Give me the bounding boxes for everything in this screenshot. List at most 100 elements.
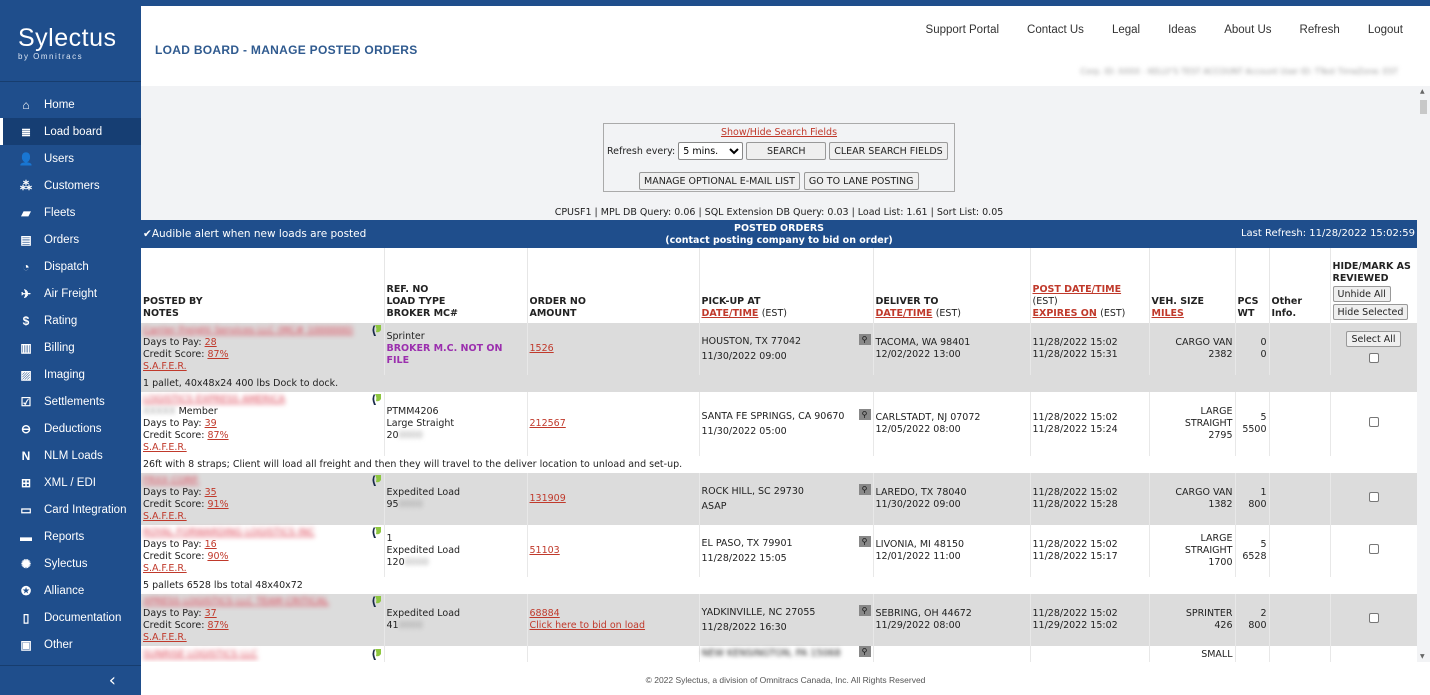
vertical-scrollbar[interactable]: ▲ ▼ <box>1417 86 1430 662</box>
legal-link[interactable]: Legal <box>1112 24 1140 36</box>
credit-score-link[interactable]: 87% <box>207 620 228 631</box>
hide-order-checkbox[interactable] <box>1368 613 1379 623</box>
order-no-link[interactable]: 212567 <box>530 418 697 430</box>
days-to-pay-link[interactable]: 28 <box>205 337 217 348</box>
sort-post-datetime[interactable]: POST DATE/TIME <box>1033 284 1147 296</box>
safer-link[interactable]: S.A.F.E.R. <box>143 632 382 644</box>
sidebar-item-home[interactable]: ⌂ Home <box>0 91 141 118</box>
search-button[interactable]: SEARCH <box>746 142 827 160</box>
lane-posting-button[interactable]: GO TO LANE POSTING <box>803 172 919 190</box>
sidebar-item-users[interactable]: 👤 Users <box>0 145 141 172</box>
sidebar-item-xml-edi[interactable]: ⊞ XML / EDI <box>0 469 141 496</box>
pickup-cell: ⚲ ROCK HILL, SC 29730 ASAP <box>699 473 874 525</box>
hide-selected-button[interactable]: Hide Selected <box>1332 304 1409 320</box>
scroll-down-icon[interactable]: ▼ <box>1420 653 1425 660</box>
sidebar-item-customers[interactable]: ⁂ Customers <box>0 172 141 199</box>
other-info-cell <box>1269 594 1331 646</box>
sidebar-item-orders[interactable]: ▤ Orders <box>0 226 141 253</box>
sidebar-item-nlm-loads[interactable]: N NLM Loads <box>0 442 141 469</box>
pcs-wt-cell <box>1235 646 1270 662</box>
binoculars-icon[interactable]: ⚲ <box>858 333 871 345</box>
company-link[interactable]: XPRESS LOGISTICS LLC TEAM CRITICAL <box>143 596 382 608</box>
binoculars-icon[interactable]: ⚲ <box>858 408 871 420</box>
deliver-datetime: 12/05/2022 08:00 <box>875 424 961 435</box>
unhide-all-button[interactable]: Unhide All <box>1332 286 1391 302</box>
scroll-up-icon[interactable]: ▲ <box>1420 88 1425 95</box>
contact-us-link[interactable]: Contact Us <box>1027 24 1084 36</box>
days-to-pay-link[interactable]: 16 <box>205 539 217 550</box>
sort-miles[interactable]: MILES <box>1152 308 1233 320</box>
days-to-pay-label: Days to Pay: <box>143 337 202 348</box>
sidebar-item-billing[interactable]: ▥ Billing <box>0 334 141 361</box>
credit-score-link[interactable]: 91% <box>207 499 228 510</box>
safer-link[interactable]: S.A.F.E.R. <box>143 511 382 523</box>
sidebar-item-load-board[interactable]: ≣ Load board <box>0 118 141 145</box>
sidebar-item-reports[interactable]: ▬ Reports <box>0 523 141 550</box>
clear-search-fields-button[interactable]: CLEAR SEARCH FIELDS <box>829 142 948 160</box>
order-row: SUNRISE LOGISTICS LLC ⚲ NEW KENSINGTON, PA… <box>141 645 1417 662</box>
pickup-location: YADKINVILLE, NC 27055 <box>701 606 816 618</box>
sidebar-item-dispatch[interactable]: ◔ Dispatch <box>0 253 141 280</box>
refresh-interval-select[interactable]: 5 mins. <box>678 142 744 160</box>
company-link[interactable]: FRXX CORP. <box>143 475 382 487</box>
sidebar-item-card-integration[interactable]: ▭ Card Integration <box>0 496 141 523</box>
safer-link[interactable]: S.A.F.E.R. <box>143 442 382 454</box>
sylectus-logo[interactable]: Sylectus by Omnitracs <box>0 0 141 82</box>
sidebar-item-rating[interactable]: $ Rating <box>0 307 141 334</box>
hide-order-checkbox[interactable] <box>1368 492 1379 502</box>
logout-link[interactable]: Logout <box>1368 24 1403 36</box>
sidebar-item-sylectus[interactable]: ✺ Sylectus <box>0 550 141 577</box>
ref-cell: Expedited Load 950000 <box>384 473 528 525</box>
sort-deliver-datetime[interactable]: DATE/TIME <box>876 308 933 319</box>
company-link[interactable]: LOGISTICS EXPRESS AMERICA <box>143 394 382 406</box>
sidebar-item-settlements[interactable]: ☑ Settlements <box>0 388 141 415</box>
manage-email-list-button[interactable]: MANAGE OPTIONAL E-MAIL LIST <box>639 172 800 190</box>
refresh-link[interactable]: Refresh <box>1300 24 1340 36</box>
order-no-link[interactable]: 51103 <box>530 545 697 557</box>
days-to-pay-link[interactable]: 37 <box>205 608 217 619</box>
hide-order-checkbox[interactable] <box>1368 417 1379 427</box>
sidebar-item-documentation[interactable]: ▯ Documentation <box>0 604 141 631</box>
binoculars-icon[interactable]: ⚲ <box>858 604 871 616</box>
scrollbar-thumb[interactable] <box>1420 100 1427 114</box>
sidebar-item-fleets[interactable]: ▰ Fleets <box>0 199 141 226</box>
ideas-link[interactable]: Ideas <box>1168 24 1196 36</box>
bid-on-load-link[interactable]: Click here to bid on load <box>530 620 697 632</box>
days-to-pay-link[interactable]: 39 <box>205 418 217 429</box>
hide-order-checkbox[interactable] <box>1368 544 1379 554</box>
pieces: 1 <box>1260 487 1267 498</box>
vehicle-size: SMALL <box>1201 649 1233 660</box>
order-no-link[interactable]: 131909 <box>530 493 697 505</box>
company-link[interactable]: SUNRISE LOGISTICS LLC <box>143 649 382 661</box>
credit-score-link[interactable]: 90% <box>207 551 228 562</box>
days-to-pay-link[interactable]: 35 <box>205 487 217 498</box>
post-datetime: 11/28/2022 15:02 <box>1032 337 1118 348</box>
select-all-button[interactable]: Select All <box>1346 331 1401 347</box>
credit-score-link[interactable]: 87% <box>207 430 228 441</box>
hide-mark-cell <box>1330 594 1417 646</box>
sidebar-item-imaging[interactable]: ▨ Imaging <box>0 361 141 388</box>
safer-link[interactable]: S.A.F.E.R. <box>143 563 382 575</box>
credit-score-link[interactable]: 87% <box>207 349 228 360</box>
hide-order-checkbox[interactable] <box>1368 353 1379 363</box>
posted-by-cell: Carrier Freight Services LLC (MC# 100000… <box>141 323 385 375</box>
sidebar-item-air-freight[interactable]: ✈ Air Freight <box>0 280 141 307</box>
sort-pickup-datetime[interactable]: DATE/TIME <box>702 308 759 319</box>
col-pickup: PICK-UP AT DATE/TIME (EST) <box>699 248 874 323</box>
binoculars-icon[interactable]: ⚲ <box>858 535 871 547</box>
sidebar-item-alliance[interactable]: ✪ Alliance <box>0 577 141 604</box>
company-link[interactable]: Carrier Freight Services LLC (MC# 100000… <box>143 325 382 337</box>
company-link[interactable]: ROYAL FORWARDING LOGISTICS INC <box>143 527 382 539</box>
sidebar-item-other[interactable]: ▣ Other <box>0 631 141 658</box>
sidebar-item-label: Alliance <box>44 584 85 597</box>
show-hide-search-link[interactable]: Show/Hide Search Fields <box>604 127 954 138</box>
support-portal-link[interactable]: Support Portal <box>926 24 1000 36</box>
sort-expires-on[interactable]: EXPIRES ON <box>1033 308 1097 319</box>
safer-link[interactable]: S.A.F.E.R. <box>143 361 382 373</box>
about-us-link[interactable]: About Us <box>1224 24 1271 36</box>
sidebar-item-deductions[interactable]: ⊖ Deductions <box>0 415 141 442</box>
binoculars-icon[interactable]: ⚲ <box>858 483 871 495</box>
collapse-sidebar-button[interactable]: ‹ <box>0 665 141 695</box>
order-no-link[interactable]: 68884 <box>530 608 697 620</box>
order-no-link[interactable]: 1526 <box>530 343 697 355</box>
